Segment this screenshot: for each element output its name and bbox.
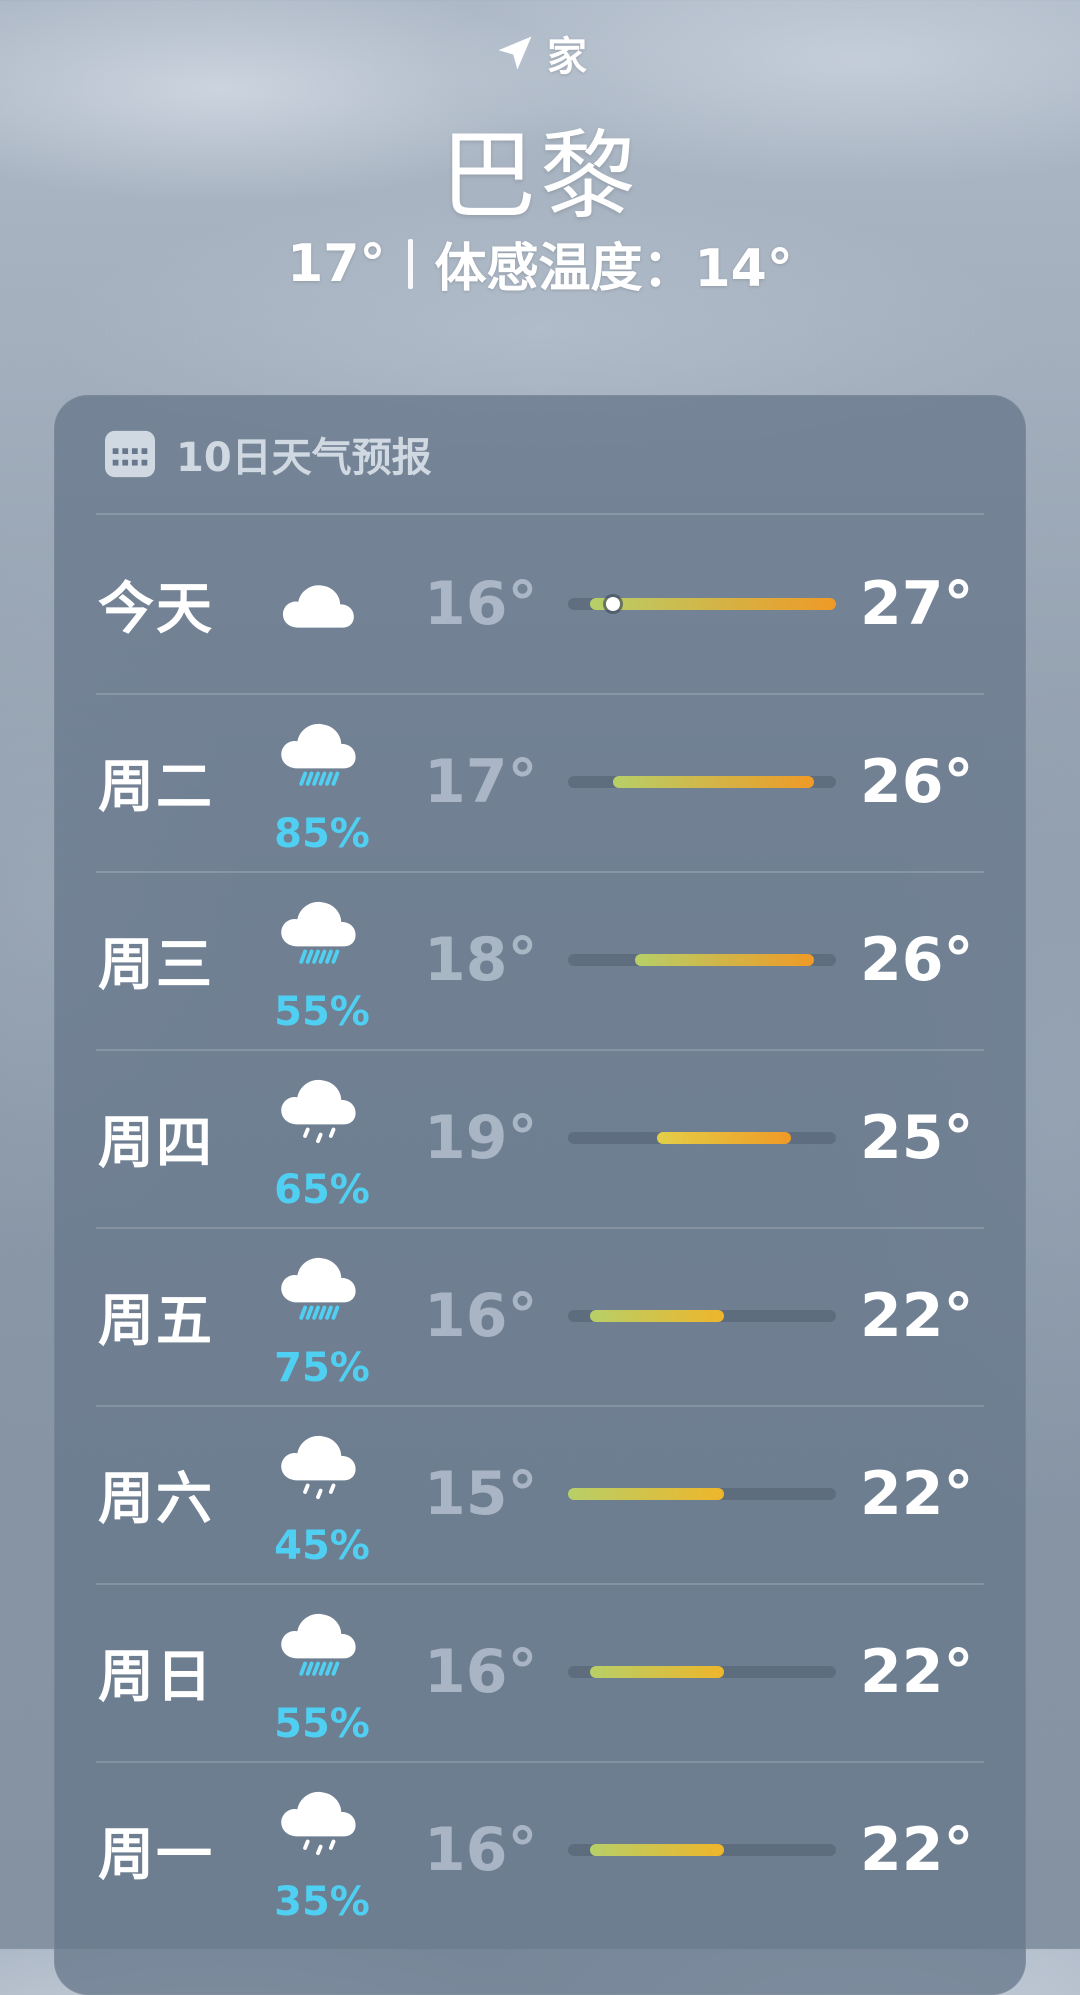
ten-day-forecast-card[interactable]: 10日天气预报 今天 16° 27° 周二 85% 17° 26° 周三 55% 18° 26° 周四… bbox=[54, 395, 1026, 1995]
day-label: 周日 bbox=[98, 1644, 214, 1710]
high-temperature: 25° bbox=[860, 1103, 974, 1173]
weather-condition: 35% bbox=[258, 1761, 378, 1939]
day-label: 周五 bbox=[98, 1288, 214, 1354]
low-temperature: 16° bbox=[424, 1637, 538, 1707]
temperature-range-bar bbox=[568, 776, 836, 788]
temperature-range-bar bbox=[568, 954, 836, 966]
high-temperature: 26° bbox=[860, 925, 974, 995]
low-temperature: 18° bbox=[424, 925, 538, 995]
high-temperature: 22° bbox=[860, 1815, 974, 1885]
cloud-drizzle-icon bbox=[281, 1435, 356, 1500]
day-label: 周四 bbox=[98, 1110, 214, 1176]
weather-condition bbox=[258, 515, 378, 693]
forecast-row[interactable]: 今天 16° 27° bbox=[54, 515, 1026, 693]
location-label-row: 家 bbox=[0, 24, 1080, 82]
low-temperature: 17° bbox=[424, 747, 538, 817]
temperature-range-fill bbox=[590, 1844, 725, 1856]
precipitation-chance: 85% bbox=[274, 811, 370, 857]
current-temperature-marker bbox=[605, 597, 620, 611]
cloud-drizzle-icon bbox=[281, 1079, 356, 1144]
temperature-range-fill bbox=[657, 1132, 792, 1144]
forecast-card-title: 10日天气预报 bbox=[176, 435, 432, 481]
weather-condition: 55% bbox=[258, 1583, 378, 1761]
temperature-range-bar bbox=[568, 597, 836, 611]
temperature-range-bar bbox=[568, 1310, 836, 1322]
weather-condition: 85% bbox=[258, 693, 378, 871]
location-header: 家 巴黎 17° 体感温度：14° bbox=[0, 0, 1080, 380]
forecast-row[interactable]: 周一 35% 16° 22° bbox=[54, 1761, 1026, 1939]
day-label: 周三 bbox=[98, 932, 214, 998]
weather-condition: 75% bbox=[258, 1227, 378, 1405]
cloud-icon bbox=[282, 585, 354, 628]
high-temperature: 26° bbox=[860, 747, 974, 817]
weather-condition: 55% bbox=[258, 871, 378, 1049]
temperature-range-fill bbox=[612, 776, 814, 788]
temperature-range-bar bbox=[568, 1488, 836, 1500]
forecast-row[interactable]: 周四 65% 19° 25° bbox=[54, 1049, 1026, 1227]
high-temperature: 22° bbox=[860, 1637, 974, 1707]
high-temperature: 27° bbox=[860, 569, 974, 639]
precipitation-chance: 75% bbox=[274, 1345, 370, 1391]
temperature-range-fill bbox=[590, 1666, 725, 1678]
temperature-range-fill bbox=[568, 1488, 725, 1500]
temperature-range-bar bbox=[568, 1132, 836, 1144]
cloud-rain-icon bbox=[281, 723, 356, 786]
location-arrow-icon bbox=[498, 36, 532, 70]
current-conditions: 17° 体感温度：14° bbox=[0, 226, 1080, 301]
forecast-row[interactable]: 周五 75% 16° 22° bbox=[54, 1227, 1026, 1405]
precipitation-chance: 65% bbox=[274, 1167, 370, 1213]
precipitation-chance: 35% bbox=[274, 1879, 370, 1925]
cloud-rain-icon bbox=[281, 1257, 356, 1320]
city-name: 巴黎 bbox=[440, 120, 640, 232]
high-temperature: 22° bbox=[860, 1281, 974, 1351]
cloud-rain-icon bbox=[281, 1613, 356, 1676]
day-label: 周二 bbox=[98, 754, 214, 820]
temperature-divider bbox=[407, 238, 413, 289]
forecast-row[interactable]: 周六 45% 15° 22° bbox=[54, 1405, 1026, 1583]
weather-condition: 65% bbox=[258, 1049, 378, 1227]
forecast-card-header: 10日天气预报 bbox=[102, 425, 432, 483]
forecast-row[interactable]: 周日 55% 16° 22° bbox=[54, 1583, 1026, 1761]
low-temperature: 16° bbox=[424, 1815, 538, 1885]
temperature-range-fill bbox=[590, 1310, 725, 1322]
forecast-row[interactable]: 周二 85% 17° 26° bbox=[54, 693, 1026, 871]
day-label: 今天 bbox=[98, 576, 214, 642]
calendar-icon bbox=[105, 430, 155, 478]
current-temperature: 17° bbox=[287, 233, 386, 294]
day-label: 周六 bbox=[98, 1466, 214, 1532]
temperature-range-fill bbox=[635, 954, 814, 966]
high-temperature: 22° bbox=[860, 1459, 974, 1529]
low-temperature: 16° bbox=[424, 569, 538, 639]
low-temperature: 15° bbox=[424, 1459, 538, 1529]
temperature-range-bar bbox=[568, 1844, 836, 1856]
precipitation-chance: 45% bbox=[274, 1523, 370, 1569]
low-temperature: 19° bbox=[424, 1103, 538, 1173]
feels-like-temperature: 体感温度：14° bbox=[434, 239, 793, 299]
temperature-range-fill bbox=[590, 598, 836, 610]
forecast-row[interactable]: 周三 55% 18° 26° bbox=[54, 871, 1026, 1049]
low-temperature: 16° bbox=[424, 1281, 538, 1351]
precipitation-chance: 55% bbox=[274, 989, 370, 1035]
cloud-rain-icon bbox=[281, 901, 356, 964]
cloud-drizzle-icon bbox=[281, 1791, 356, 1856]
location-label: 家 bbox=[547, 34, 587, 80]
weather-condition: 45% bbox=[258, 1405, 378, 1583]
precipitation-chance: 55% bbox=[274, 1701, 370, 1747]
temperature-range-bar bbox=[568, 1666, 836, 1678]
day-label: 周一 bbox=[98, 1822, 214, 1888]
